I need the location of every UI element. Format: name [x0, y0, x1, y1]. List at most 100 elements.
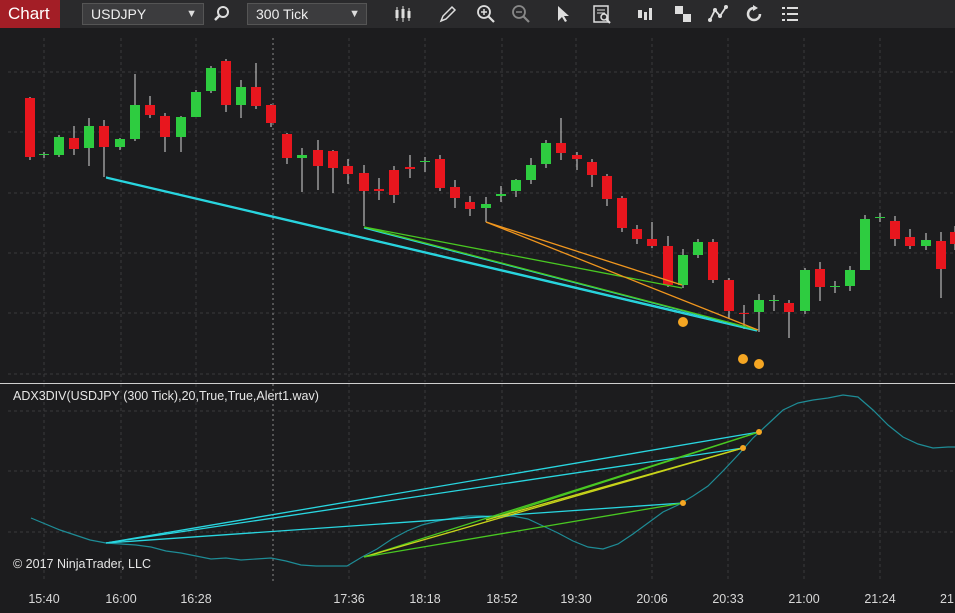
- candle-body: [25, 98, 35, 157]
- cyan-divergence-line: [105, 177, 758, 332]
- drawing-objects-icon[interactable]: [708, 4, 728, 24]
- signal-dot: [738, 354, 748, 364]
- signal-dot: [756, 429, 762, 435]
- chart-tab[interactable]: Chart: [0, 0, 60, 28]
- signal-dot: [680, 500, 686, 506]
- chevron-down-icon: ▼: [349, 8, 360, 20]
- candle-body: [541, 143, 551, 164]
- properties-icon[interactable]: [780, 4, 800, 24]
- candle-body: [297, 155, 307, 158]
- time-axis-label: 21: [940, 592, 954, 606]
- candle-body: [84, 126, 94, 148]
- candle-body: [282, 134, 292, 158]
- candle-body: [221, 61, 231, 105]
- copyright-text: © 2017 NinjaTrader, LLC: [13, 557, 151, 571]
- time-axis-label: 16:00: [105, 592, 137, 606]
- data-box-icon[interactable]: [592, 4, 612, 24]
- candle-body: [313, 150, 323, 166]
- price-chart-panel[interactable]: [0, 38, 955, 383]
- candle-body: [617, 198, 627, 228]
- time-axis-label: 20:33: [712, 592, 744, 606]
- indicator-label: ADX3DIV(USDJPY (300 Tick),20,True,True,A…: [13, 389, 319, 403]
- candle-body: [99, 126, 109, 147]
- candle-body: [115, 139, 125, 147]
- candle-body: [405, 167, 415, 169]
- time-axis-label: 16:28: [180, 592, 212, 606]
- candle-body: [343, 166, 353, 174]
- candle-body: [130, 105, 140, 139]
- candle-body: [251, 87, 261, 106]
- indicator-panel[interactable]: [0, 384, 955, 582]
- divergence-lines-price: [105, 176, 759, 332]
- time-axis-label: 21:24: [864, 592, 896, 606]
- candle-body: [450, 187, 460, 198]
- indicator-dots: [680, 429, 762, 506]
- time-axis-label: 15:40: [28, 592, 60, 606]
- candle-body: [784, 303, 794, 312]
- candle-body: [420, 161, 430, 162]
- candle-body: [905, 237, 915, 246]
- bar-style-icon[interactable]: [393, 4, 413, 24]
- adx-line: [30, 394, 955, 567]
- candle-body: [145, 105, 155, 115]
- candle-body: [800, 270, 810, 311]
- candle-body: [708, 242, 718, 280]
- chevron-down-icon: ▼: [186, 8, 197, 20]
- candle-body: [890, 221, 900, 239]
- candle-body: [435, 159, 445, 188]
- reload-icon[interactable]: [744, 4, 764, 24]
- candlestick-series: [25, 59, 955, 338]
- candle-body: [236, 87, 246, 105]
- candle-body: [39, 154, 49, 155]
- time-axis-label: 17:36: [333, 592, 365, 606]
- candle-body: [739, 313, 749, 314]
- candle-body: [481, 204, 491, 208]
- candle-body: [587, 162, 597, 175]
- candle-body: [693, 242, 703, 255]
- candle-body: [815, 269, 825, 287]
- yellow-divergence-line: [485, 447, 744, 521]
- search-icon[interactable]: [212, 4, 232, 24]
- time-axis-label: 18:18: [409, 592, 441, 606]
- instrument-value: USDJPY: [91, 6, 147, 22]
- candle-body: [54, 137, 64, 155]
- interval-value: 300 Tick: [256, 6, 309, 22]
- signal-dot: [740, 445, 746, 451]
- candle-body: [754, 300, 764, 312]
- candle-body: [724, 280, 734, 311]
- candle-body: [389, 170, 399, 195]
- templates-icon[interactable]: [673, 4, 693, 24]
- candle-body: [496, 194, 506, 196]
- time-axis-label: 20:06: [636, 592, 668, 606]
- candle-body: [191, 92, 201, 117]
- indicator-grid: [8, 384, 955, 582]
- time-axis-label: 21:00: [788, 592, 820, 606]
- candle-body: [936, 241, 946, 269]
- pointer-icon[interactable]: [553, 4, 573, 24]
- candle-body: [160, 116, 170, 137]
- candle-body: [678, 255, 688, 285]
- divergence-lines-indicator: [105, 431, 760, 558]
- candle-body: [602, 176, 612, 199]
- instrument-selector[interactable]: USDJPY ▼: [82, 3, 204, 25]
- candle-body: [860, 219, 870, 270]
- signal-dot: [754, 359, 764, 369]
- candle-body: [875, 217, 885, 218]
- draw-pencil-icon[interactable]: [438, 4, 458, 24]
- interval-selector[interactable]: 300 Tick ▼: [247, 3, 367, 25]
- candle-body: [769, 300, 779, 301]
- candle-body: [950, 232, 955, 244]
- candle-body: [206, 68, 216, 91]
- zoom-out-icon[interactable]: [511, 4, 531, 24]
- time-axis[interactable]: 15:40 16:00 16:28 17:36 18:18 18:52 19:3…: [0, 582, 955, 613]
- chart-trader-icon[interactable]: [636, 4, 656, 24]
- signal-dots: [678, 317, 764, 369]
- time-axis-label: 18:52: [486, 592, 518, 606]
- candle-body: [374, 189, 384, 191]
- candle-body: [556, 143, 566, 153]
- candle-body: [328, 151, 338, 168]
- zoom-in-icon[interactable]: [476, 4, 496, 24]
- candle-body: [465, 202, 475, 209]
- candle-body: [266, 105, 276, 123]
- price-grid: [8, 38, 955, 382]
